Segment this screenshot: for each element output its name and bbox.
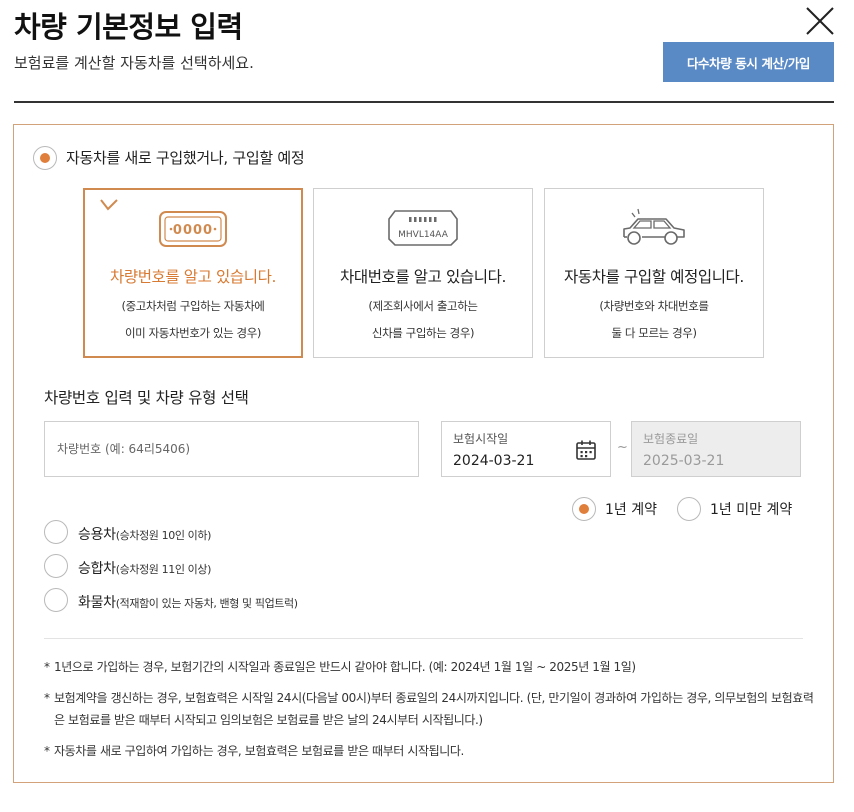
card-description: (제조회사에서 출고하는 신차를 구입하는 경우) [314, 293, 532, 347]
purchase-option-radio[interactable] [33, 146, 57, 170]
vehicle-type-radio[interactable] [44, 520, 68, 544]
vehicle-type-radio[interactable] [44, 588, 68, 612]
page-title: 차량 기본정보 입력 [14, 10, 243, 44]
card-desc-line: 둘 다 모르는 경우) [611, 326, 697, 340]
card-description: (차량번호와 차대번호를 둘 다 모르는 경우) [545, 293, 763, 347]
start-date-value: 2024-03-21 [453, 453, 535, 469]
page-subtitle: 보험료를 계산할 자동차를 선택하세요. [14, 54, 254, 72]
vehicle-type-passenger[interactable]: 승용차(승차정원 10인 이하) [44, 520, 211, 546]
vehicle-type-note: (승차정원 11인 이상) [115, 563, 212, 576]
card-title: 차대번호를 알고 있습니다. [339, 268, 507, 286]
plate-number-input[interactable] [45, 422, 418, 476]
calendar-icon[interactable] [575, 439, 597, 461]
notes-list: 1년으로 가입하는 경우, 보험기간의 시작일과 종료일은 반드시 같아야 합니… [44, 656, 814, 762]
vehicle-type-name: 화물차 [78, 595, 116, 611]
card-description: (중고차처럼 구입하는 자동차에 이미 자동차번호가 있는 경우) [85, 293, 301, 347]
card-title: 자동차를 구입할 예정입니다. [564, 268, 744, 286]
start-date-label: 보험시작일 [453, 432, 509, 446]
note-item: 보험계약을 갱신하는 경우, 보험효력은 시작일 24시(다음날 00시)부터 … [44, 687, 814, 731]
contract-under-1year-label: 1년 미만 계약 [710, 502, 793, 518]
end-date-field: 보험종료일 2025-03-21 [631, 421, 801, 477]
card-know-plate-number[interactable]: 0000 차량번호를 알고 있습니다. (중고차처럼 구입하는 자동차에 이미 … [83, 188, 303, 358]
vehicle-type-radio[interactable] [44, 554, 68, 578]
header-divider [14, 101, 834, 103]
contract-1year-label: 1년 계약 [605, 502, 657, 518]
card-desc-line: (중고차처럼 구입하는 자동차에 [121, 299, 265, 313]
card-plan-to-buy[interactable]: 자동차를 구입할 예정입니다. (차량번호와 차대번호를 둘 다 모르는 경우) [544, 188, 764, 358]
check-icon [100, 199, 118, 211]
end-date-label: 보험종료일 [643, 432, 699, 446]
start-date-field[interactable]: 보험시작일 2024-03-21 [441, 421, 611, 477]
contract-1year-radio[interactable] [572, 497, 596, 521]
card-title: 차량번호를 알고 있습니다. [109, 268, 277, 286]
vehicle-type-label: 승용차(승차정원 10인 이하) [78, 524, 211, 544]
car-icon [623, 208, 685, 245]
card-desc-line: (제조회사에서 출고하는 [368, 299, 478, 313]
plate-number-field[interactable] [44, 421, 419, 477]
close-icon[interactable] [804, 5, 836, 37]
contract-under-1year-radio[interactable] [677, 497, 701, 521]
license-plate-icon: 0000 [159, 211, 227, 247]
card-desc-line: 이미 자동차번호가 있는 경우) [124, 326, 261, 340]
vehicle-type-name: 승용차 [78, 527, 116, 543]
multi-vehicle-button[interactable]: 다수차량 동시 계산/가입 [663, 42, 834, 82]
notes-divider [44, 638, 803, 639]
input-section-title: 차량번호 입력 및 차량 유형 선택 [44, 389, 249, 407]
vehicle-type-label: 화물차(적재함이 있는 자동차, 밴형 및 픽업트럭) [78, 592, 298, 612]
vehicle-type-label: 승합차(승차정원 11인 이상) [78, 558, 211, 578]
note-item: 자동차를 새로 구입하여 가입하는 경우, 보험효력은 보험료를 받은 때부터 … [44, 740, 814, 762]
plate-icon-text: 0000 [173, 223, 213, 238]
note-item: 1년으로 가입하는 경우, 보험기간의 시작일과 종료일은 반드시 같아야 합니… [44, 656, 814, 678]
vehicle-type-note: (적재함이 있는 자동차, 밴형 및 픽업트럭) [115, 597, 298, 610]
card-know-vin[interactable]: MHVL14AA 차대번호를 알고 있습니다. (제조회사에서 출고하는 신차를… [313, 188, 533, 358]
end-date-value: 2025-03-21 [643, 453, 725, 469]
vehicle-type-note: (승차정원 10인 이하) [115, 529, 212, 542]
vehicle-type-name: 승합차 [78, 561, 116, 577]
card-desc-line: (차량번호와 차대번호를 [599, 299, 709, 313]
date-separator: ~ [617, 440, 628, 455]
vehicle-type-truck[interactable]: 화물차(적재함이 있는 자동차, 밴형 및 픽업트럭) [44, 588, 298, 614]
vin-plate-icon: MHVL14AA [388, 210, 458, 246]
vin-icon-text: MHVL14AA [398, 230, 449, 240]
purchase-option-label: 자동차를 새로 구입했거나, 구입할 예정 [66, 149, 305, 167]
card-desc-line: 신차를 구입하는 경우) [371, 326, 475, 340]
vehicle-type-van[interactable]: 승합차(승차정원 11인 이상) [44, 554, 211, 580]
